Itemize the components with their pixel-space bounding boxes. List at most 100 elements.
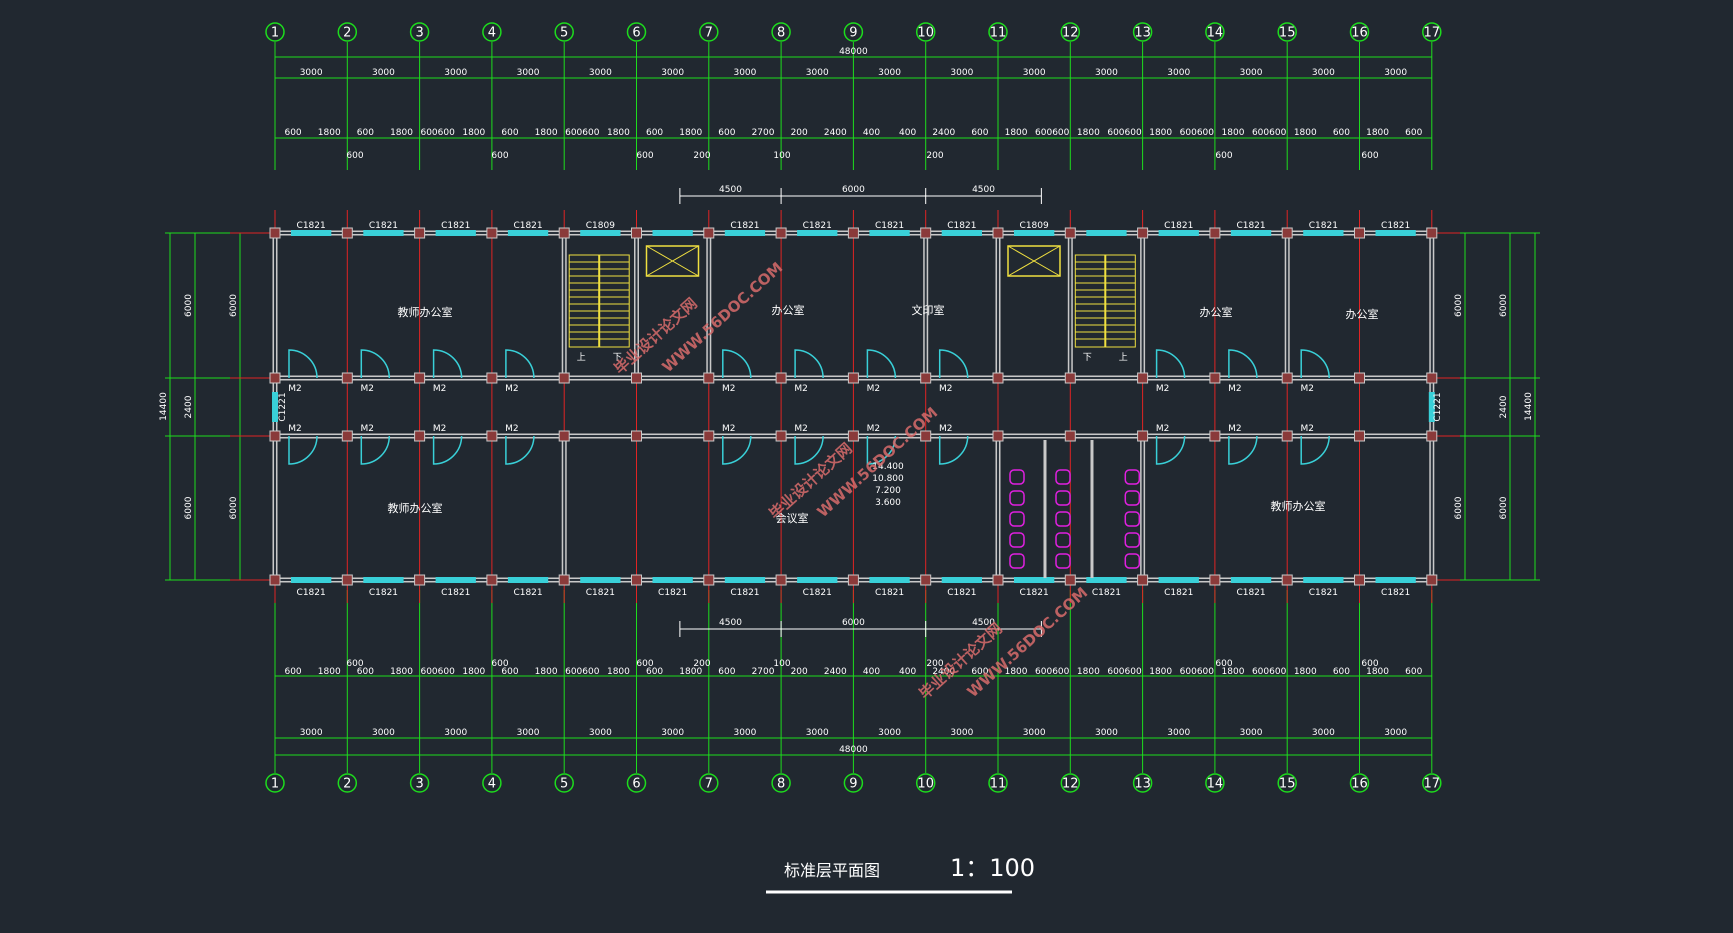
window-south xyxy=(724,577,766,583)
door-arc-south xyxy=(360,435,391,465)
column xyxy=(775,574,787,586)
detail-dim-top: 600600 xyxy=(1035,128,1070,138)
bay-dim-bottom: 3000 xyxy=(517,728,540,738)
bay-dim-top: 3000 xyxy=(1167,68,1190,78)
window-south xyxy=(1230,577,1272,583)
column xyxy=(992,227,1004,239)
door-arc-south xyxy=(794,435,824,465)
column xyxy=(1209,227,1221,239)
door-label-north: M2 xyxy=(794,384,808,394)
door-arc-south xyxy=(288,435,318,465)
axis-label: 9 xyxy=(849,777,857,792)
dimension-lines: 48000 3000 3000 3000 3000 3000 3000 3000 3000 300… xyxy=(159,42,1540,773)
room-north-office-a: 办公室 xyxy=(772,303,805,317)
column xyxy=(920,574,932,586)
axis-label: 13 xyxy=(1134,777,1151,792)
column xyxy=(1064,227,1076,239)
axis-label: 1 xyxy=(271,777,279,792)
side-inner-dim: 6000 xyxy=(1454,294,1464,317)
axis-label: 17 xyxy=(1424,777,1441,792)
window-label-bottom: C1821 xyxy=(1309,588,1338,598)
bay-dim-top: 3000 xyxy=(1240,68,1263,78)
column xyxy=(486,430,498,442)
window-label-top: C1821 xyxy=(730,221,759,231)
door-label-south: M2 xyxy=(1300,424,1314,434)
bay-dim-top: 3000 xyxy=(1312,68,1335,78)
detail-small-bottom: 100 xyxy=(773,659,790,669)
column xyxy=(1064,574,1076,586)
window-label-bottom: C1821 xyxy=(1092,588,1121,598)
axis-label: 7 xyxy=(705,777,713,792)
column xyxy=(1354,430,1365,442)
window-label-top: C1821 xyxy=(1381,221,1410,231)
overall-length-top: 48000 xyxy=(839,47,868,57)
detail-dim-top: 2700 xyxy=(752,128,775,138)
elevation-2: 10.800 xyxy=(872,474,904,484)
column xyxy=(847,372,859,384)
detail-dim-bottom: 1800 xyxy=(607,667,630,677)
door-label-north: M2 xyxy=(1228,384,1242,394)
detail-dim-top: 600600 xyxy=(420,128,455,138)
detail-small-bottom: 600 xyxy=(346,659,363,669)
column xyxy=(1137,227,1149,239)
side-dim: 6000 xyxy=(184,294,194,317)
door-arc-south xyxy=(432,435,463,465)
door-label-north: M2 xyxy=(939,384,953,394)
column xyxy=(341,574,353,586)
door-arc-south xyxy=(1228,435,1258,465)
detail-small-top: 600 xyxy=(636,151,653,161)
detail-dim-bottom: 400 xyxy=(863,667,880,677)
detail-dim-bottom: 600600 xyxy=(1180,667,1215,677)
column xyxy=(992,430,1004,442)
detail-dim-bottom: 2400 xyxy=(824,667,847,677)
door-label-south: M2 xyxy=(722,424,736,434)
detail-dim-top: 600 xyxy=(357,128,374,138)
window-label-bottom: C1821 xyxy=(1164,588,1193,598)
door-label-south: M2 xyxy=(505,424,519,434)
detail-small-top: 200 xyxy=(693,151,710,161)
room-north-office-c: 办公室 xyxy=(1346,307,1379,321)
axis-label: 12 xyxy=(1062,777,1079,792)
column xyxy=(1281,227,1293,239)
column xyxy=(847,227,859,239)
detail-dim-top: 600 xyxy=(718,128,735,138)
column xyxy=(1209,430,1221,442)
window-south xyxy=(941,577,982,583)
detail-dim-bottom: 1800 xyxy=(1077,667,1100,677)
room-north-west: 教师办公室 xyxy=(398,305,453,319)
bay-dim-bottom: 3000 xyxy=(1312,728,1335,738)
column xyxy=(703,574,715,586)
side-dim: 6000 xyxy=(184,496,194,519)
bay-dim-top: 3000 xyxy=(589,68,612,78)
side-dim: 2400 xyxy=(184,395,194,418)
window-label-bottom: C1821 xyxy=(369,588,398,598)
bay-dim-bottom: 3000 xyxy=(661,728,684,738)
detail-dim-bottom: 1800 xyxy=(1294,667,1317,677)
door-arc-south xyxy=(1300,435,1330,465)
window-south xyxy=(652,577,693,583)
detail-dim-top: 1800 xyxy=(318,128,341,138)
detail-dim-bottom: 600600 xyxy=(1107,667,1142,677)
axis-label: 1 xyxy=(271,26,279,41)
door-arc-south xyxy=(722,435,752,465)
detail-dim-top: 600600 xyxy=(1107,128,1142,138)
column xyxy=(486,574,498,586)
section-top-dim: 4500 xyxy=(972,185,995,195)
toilet-fixture xyxy=(1055,490,1071,506)
detail-dim-bottom: 1800 xyxy=(535,667,558,677)
stair-down-label: 上 xyxy=(1119,352,1128,363)
column xyxy=(1354,574,1365,586)
door-arc-north xyxy=(505,349,535,379)
window-label-bottom: C1821 xyxy=(586,588,615,598)
section-top-dim: 6000 xyxy=(842,185,865,195)
window-label-bottom: C1821 xyxy=(947,588,976,598)
section-bottom-dim: 6000 xyxy=(842,618,865,628)
toilet-fixture xyxy=(1055,469,1071,485)
door-label-north: M2 xyxy=(288,384,302,394)
toilet-fixture xyxy=(1009,532,1025,548)
window-label-top: C1821 xyxy=(947,221,976,231)
detail-dim-bottom: 600600 xyxy=(1252,667,1287,677)
door-label-south: M2 xyxy=(433,424,447,434)
axis-label: 4 xyxy=(488,777,496,792)
bay-dim-bottom: 3000 xyxy=(300,728,323,738)
